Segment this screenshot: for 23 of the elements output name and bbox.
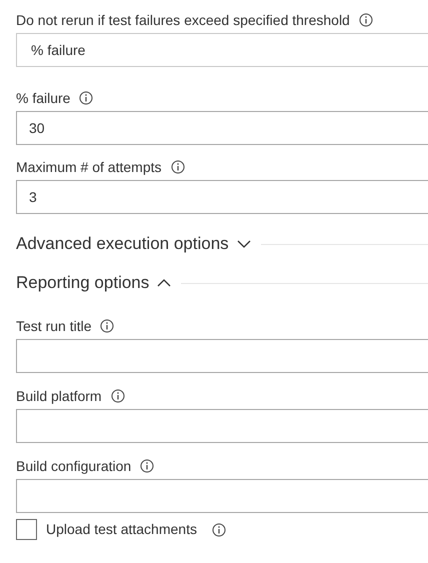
checkbox[interactable] [16,519,37,540]
section-toggle[interactable]: Advanced execution options [16,231,251,257]
checkbox-label: Upload test attachments [46,520,197,539]
field-label: Do not rerun if test failures exceed specified threshold [16,10,350,30]
info-icon[interactable] [100,319,114,333]
info-icon[interactable] [212,522,226,536]
field-label: Maximum # of attempts [16,158,162,177]
info-icon[interactable] [170,160,184,174]
section-toggle[interactable]: Reporting options [16,270,172,296]
input-field[interactable]: 3 [16,180,428,214]
info-icon[interactable] [358,13,373,27]
field-label: Test run title [16,316,92,336]
info-icon[interactable] [79,91,94,105]
dropdown[interactable]: % failure [16,33,428,67]
field-label: % failure [16,88,70,108]
field-label: Build configuration [16,456,132,476]
input-field[interactable] [16,339,428,373]
field-label: Build platform [16,386,102,406]
input-field[interactable] [16,479,428,513]
info-icon[interactable] [110,389,125,403]
info-icon[interactable] [140,459,154,473]
input-field[interactable] [16,409,428,443]
input-field[interactable]: 30 [16,111,428,145]
